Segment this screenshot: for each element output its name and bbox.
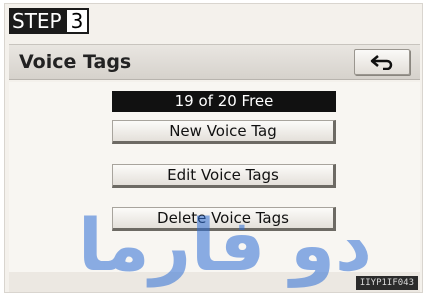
image-code-badge: IIYP1IF043 [355,276,418,290]
edit-voice-tags-button[interactable]: Edit Voice Tags [112,164,336,188]
step-number: 3 [64,8,90,34]
delete-voice-tags-button[interactable]: Delete Voice Tags [112,207,336,231]
screen-title: Voice Tags [19,51,132,73]
new-voice-tag-button[interactable]: New Voice Tag [112,120,336,144]
step-label: STEP [9,8,65,34]
free-count-bar: 19 of 20 Free [112,91,336,112]
return-arrow-icon [370,55,393,70]
screen-frame: STEP 3 Voice Tags 19 of 20 Free New Voic… [4,3,423,293]
back-button[interactable] [354,49,410,75]
step-indicator: STEP 3 [9,8,90,34]
title-bar: Voice Tags [9,44,420,80]
